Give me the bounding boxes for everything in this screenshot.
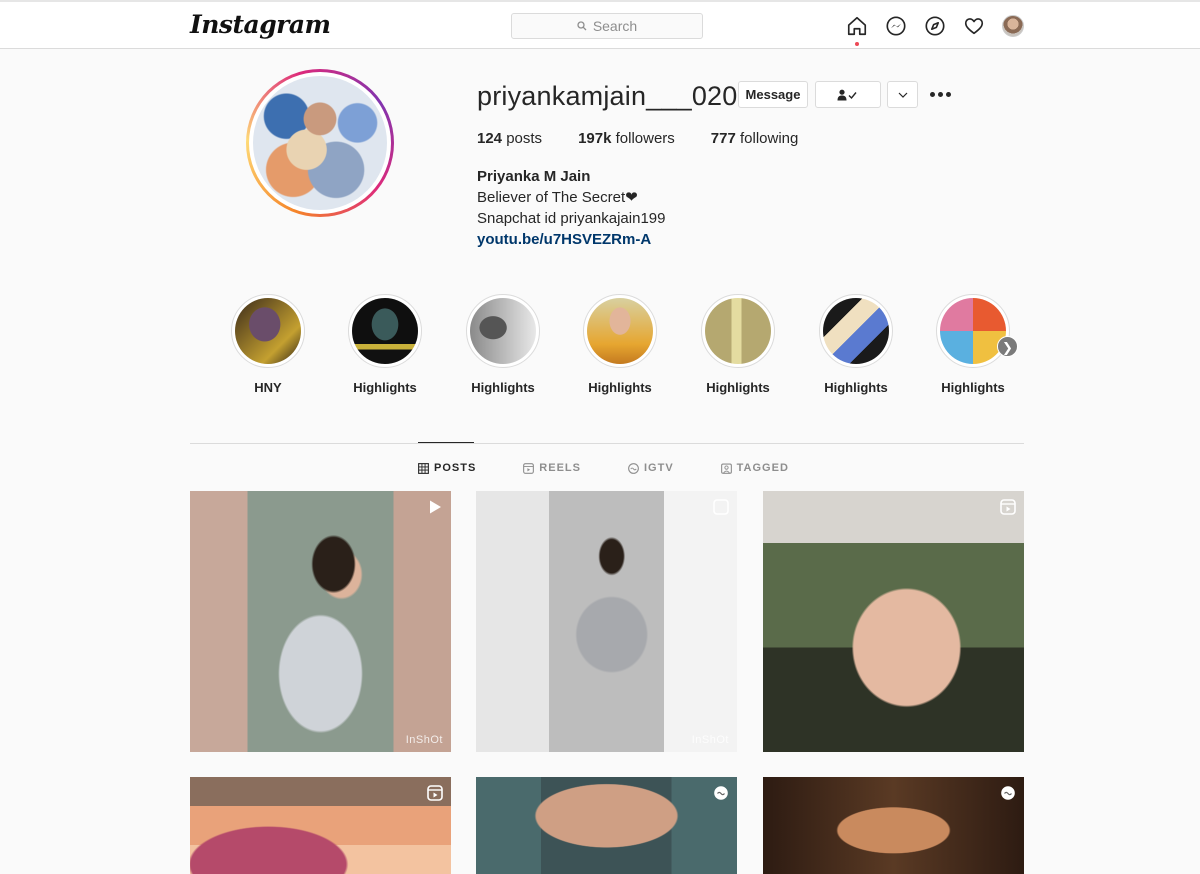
avatar — [1002, 15, 1024, 37]
explore-icon[interactable] — [924, 15, 946, 37]
highlight-cover — [352, 298, 418, 364]
highlight-label: Highlights — [824, 380, 888, 395]
video-icon — [427, 499, 443, 515]
chevron-down-icon — [898, 92, 907, 98]
profile-picture — [253, 76, 387, 210]
tagged-icon — [720, 463, 732, 474]
search-placeholder: Search — [592, 18, 638, 34]
highlight-cover — [235, 298, 301, 364]
search-icon — [577, 21, 587, 31]
top-nav-bar: Instagram Search — [0, 0, 1200, 49]
highlight-label: Highlights — [353, 380, 417, 395]
highlight-label: Highlights — [706, 380, 770, 395]
home-icon[interactable] — [846, 15, 868, 46]
post-thumbnail[interactable] — [190, 777, 451, 874]
active-tab-indicator — [418, 442, 474, 443]
profile-avatar[interactable] — [1002, 15, 1024, 37]
bio-line: Snapchat id priyankajain199 — [477, 210, 666, 227]
highlight-label: Highlights — [471, 380, 535, 395]
grid-icon — [418, 462, 429, 474]
post-watermark: InShOt — [405, 734, 443, 746]
highlight-cover — [470, 298, 536, 364]
reels-icon — [1000, 499, 1016, 515]
highlight-item[interactable]: Highlights — [463, 294, 543, 395]
profile-stats: 124 posts 197k followers 777 following — [477, 130, 834, 147]
highlight-cover — [587, 298, 653, 364]
search-input[interactable]: Search — [511, 13, 703, 39]
highlight-item[interactable]: Highlights — [698, 294, 778, 395]
highlight-cover — [940, 298, 1006, 364]
tabs-divider — [190, 443, 1024, 444]
tab-igtv[interactable]: IGTV — [628, 462, 674, 474]
story-highlights: HNY Highlights Highlights Highlights Hig… — [190, 294, 1024, 404]
bio-link[interactable]: youtu.be/u7HSVEZRm-A — [477, 229, 665, 250]
tab-tagged[interactable]: TAGGED — [720, 462, 789, 474]
highlight-item[interactable]: Highlights — [816, 294, 896, 395]
posts-count: 124 posts — [477, 130, 543, 147]
highlight-label: Highlights — [588, 380, 652, 395]
post-thumbnail[interactable]: InShOt — [476, 491, 737, 752]
chevron-right-icon[interactable]: ❯ — [997, 336, 1018, 357]
post-thumbnail[interactable] — [763, 491, 1024, 752]
highlight-label: Highlights — [941, 380, 1005, 395]
reels-icon — [427, 785, 443, 801]
tab-reels[interactable]: REELS — [523, 462, 581, 474]
igtv-icon — [628, 462, 639, 474]
highlight-cover — [705, 298, 771, 364]
post-thumbnail[interactable] — [763, 777, 1024, 874]
following-count[interactable]: 777 following — [711, 130, 799, 147]
tab-posts[interactable]: POSTS — [418, 462, 476, 474]
highlight-item[interactable]: HNY — [228, 294, 308, 395]
highlight-item[interactable]: Highlights — [345, 294, 425, 395]
person-check-icon — [837, 89, 857, 100]
profile-bio: Priyanka M Jain Believer of The Secret❤ … — [477, 166, 665, 250]
igtv-icon — [1000, 785, 1016, 801]
igtv-icon — [713, 785, 729, 801]
heart-icon[interactable] — [963, 15, 985, 37]
profile-tabs: POSTS REELS IGTV TAGGED — [418, 462, 836, 474]
notification-dot — [855, 42, 859, 46]
nav-icons — [846, 15, 1024, 46]
bio-line: Believer of The Secret❤ — [477, 189, 638, 206]
reels-icon — [713, 499, 729, 515]
suggested-accounts-dropdown[interactable] — [887, 81, 918, 108]
highlight-item[interactable]: Highlights — [580, 294, 660, 395]
profile-picture-story-ring[interactable] — [246, 69, 394, 217]
full-name: Priyanka M Jain — [477, 168, 591, 185]
highlight-cover — [823, 298, 889, 364]
message-button[interactable]: Message — [738, 81, 808, 108]
followers-count[interactable]: 197k followers — [578, 130, 675, 147]
messenger-icon[interactable] — [885, 15, 907, 37]
post-watermark: InShOt — [691, 734, 729, 746]
post-thumbnail[interactable] — [476, 777, 737, 874]
profile-username: priyankamjain___0207 — [477, 81, 753, 111]
reels-icon — [523, 462, 535, 474]
post-thumbnail[interactable]: InShOt — [190, 491, 451, 752]
instagram-logo[interactable]: Instagram — [190, 10, 331, 39]
highlight-label: HNY — [254, 380, 282, 395]
more-options-icon[interactable] — [929, 85, 951, 103]
following-button[interactable] — [815, 81, 881, 108]
